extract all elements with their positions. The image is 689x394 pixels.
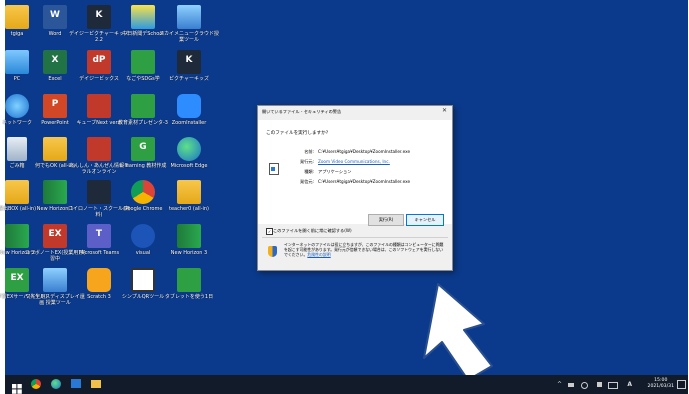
kyo-app-icon [131, 5, 155, 29]
dialog-title: 開いているファイル - セキュリティの警告 [262, 109, 342, 114]
teams-app-icon: T [87, 224, 111, 248]
run-button[interactable]: 実行(R) [368, 214, 404, 226]
desktop-icon[interactable]: teacher0 (all-in) [157, 180, 221, 212]
word-app-icon: W [43, 5, 67, 29]
desktop-icon-label: スカイメニュークラウド授業ツール [158, 31, 219, 43]
store-taskbar-icon[interactable] [71, 379, 81, 389]
icon-glyph: W [50, 10, 60, 20]
edge-taskbar-icon[interactable] [51, 379, 61, 389]
k-app-icon: K [177, 50, 201, 74]
excel-app-icon: X [43, 50, 67, 74]
divider [262, 237, 448, 238]
risk-link[interactable]: 危険性の説明 [307, 252, 330, 257]
always-ask-checkbox[interactable]: ✓ [266, 228, 273, 235]
qr-app-icon: QR [131, 268, 155, 292]
taskbar: ^ A 15:00 2021/03/31 [5, 375, 688, 394]
dialog-body: このファイルを実行しますか? 名前: C:¥Users¥tgiga¥Desktop… [258, 120, 452, 226]
desktop-icon[interactable]: ZoomInstaller [157, 94, 221, 126]
green-app-icon: G [131, 137, 155, 161]
battery-icon[interactable] [568, 383, 574, 387]
zoom-app-icon [177, 94, 201, 118]
network-icon[interactable] [581, 382, 588, 389]
row-key: 種類: [304, 169, 314, 174]
folder-app-icon [177, 180, 201, 204]
security-warning-dialog: 開いているファイル - セキュリティの警告 ✕ このファイルを実行しますか? 名… [257, 105, 453, 271]
windows-logo-icon [12, 384, 22, 394]
desktop-icon[interactable]: New Horizon 3 [157, 224, 221, 256]
ppt-app-icon: P [43, 94, 67, 118]
row-type: 種類: アプリケーション [278, 169, 446, 175]
icon-glyph: G [139, 142, 147, 152]
desktop-icon[interactable]: スカイメニュークラウド授業ツール [157, 5, 221, 43]
pointer-arrow-icon [423, 283, 493, 380]
red-app-icon [87, 137, 111, 161]
row-value: C:¥Users¥tgiga¥Desktop¥ZoomInstaller.exe [318, 149, 411, 154]
red-app-icon: dP [87, 50, 111, 74]
explorer-taskbar-icon[interactable] [91, 379, 101, 389]
arrow-shape [423, 283, 493, 380]
tray-caret-icon[interactable]: ^ [557, 381, 562, 388]
row-publisher: 発行元: Zoom Video Communications, Inc. [278, 159, 446, 165]
k-app-icon [87, 180, 111, 204]
icon-glyph: X [51, 55, 59, 65]
desktop-icon[interactable]: Microsoft Edge [157, 137, 221, 169]
clock[interactable]: 15:00 2021/03/31 [648, 378, 674, 390]
desktop-icon-label: ZoomInstaller [171, 120, 207, 126]
dialog-question: このファイルを実行しますか? [266, 131, 329, 136]
eye-app-icon [131, 224, 155, 248]
green-app-icon [131, 50, 155, 74]
book-app-icon [43, 180, 67, 204]
shield-icon [268, 246, 277, 257]
icon-glyph: P [51, 99, 59, 109]
desktop-icon[interactable]: タブレットを使う1日 [157, 268, 221, 300]
red-app-icon [87, 94, 111, 118]
desktop-icon-label: Microsoft Edge [170, 163, 208, 169]
row-key: 発信元: [300, 179, 314, 184]
always-ask-label[interactable]: このファイルを開く前に常に確認する(W) [273, 228, 352, 234]
row-key: 発行元: [300, 159, 314, 164]
ime-indicator[interactable]: A [627, 381, 632, 388]
icon-glyph: QR [135, 275, 151, 285]
warning-message: インターネットのファイルは役に立ちますが、このファイルの種類はコンピューターに問… [284, 242, 444, 258]
book-app-icon [177, 224, 201, 248]
desktop-icon[interactable]: K ピクチャーキッズ [157, 50, 221, 82]
row-name: 名前: C:¥Users¥tgiga¥Desktop¥ZoomInstaller.… [278, 149, 446, 155]
icon-glyph: T [95, 229, 103, 239]
photo-app-icon [43, 268, 67, 292]
desktop-icon-label: ピクチャーキッズ [169, 76, 209, 82]
chrome-app-icon [131, 180, 155, 204]
red-app-icon: EX [43, 224, 67, 248]
icon-glyph: EX [48, 229, 62, 239]
close-button[interactable]: ✕ [442, 107, 447, 114]
publisher-link[interactable]: Zoom Video Communications, Inc. [318, 159, 390, 164]
folder-app-icon [43, 137, 67, 161]
chrome-taskbar-icon[interactable] [31, 379, 41, 389]
desktop: tgiga W Word K デイジーピクチャーキッズ2.2 中日新聞デSchool スカイ… [0, 0, 688, 375]
k-app-icon: K [87, 5, 111, 29]
volume-icon[interactable] [597, 382, 602, 387]
row-key: 名前: [304, 149, 314, 154]
edge-app-icon [177, 137, 201, 161]
clock-date: 2021/03/31 [647, 384, 674, 389]
desktop-icon-label: New Horizon 3 [170, 250, 208, 256]
notification-icon[interactable] [677, 380, 686, 389]
keyboard-icon[interactable] [608, 382, 618, 389]
scratch-app-icon [87, 268, 111, 292]
row-value: C:¥Users¥tgiga¥Desktop¥ZoomInstaller.exe [318, 179, 411, 184]
row-source: 発信元: C:¥Users¥tgiga¥Desktop¥ZoomInstaller… [278, 179, 446, 185]
screenshot: tgiga W Word K デイジーピクチャーキッズ2.2 中日新聞デSchool スカイ… [0, 0, 689, 394]
green-app-icon [177, 268, 201, 292]
icon-glyph: K [185, 55, 193, 65]
green-app-icon [131, 94, 155, 118]
desktop-icon-label: タブレットを使う1日 [164, 294, 214, 300]
photo-app-icon [177, 5, 201, 29]
cancel-button[interactable]: キャンセル [406, 214, 444, 226]
start-icon[interactable] [12, 379, 22, 394]
icon-glyph: dP [92, 55, 106, 65]
row-value: アプリケーション [318, 169, 352, 174]
icon-glyph: K [95, 10, 103, 20]
desktop-icon-label: teacher0 (all-in) [168, 206, 210, 212]
